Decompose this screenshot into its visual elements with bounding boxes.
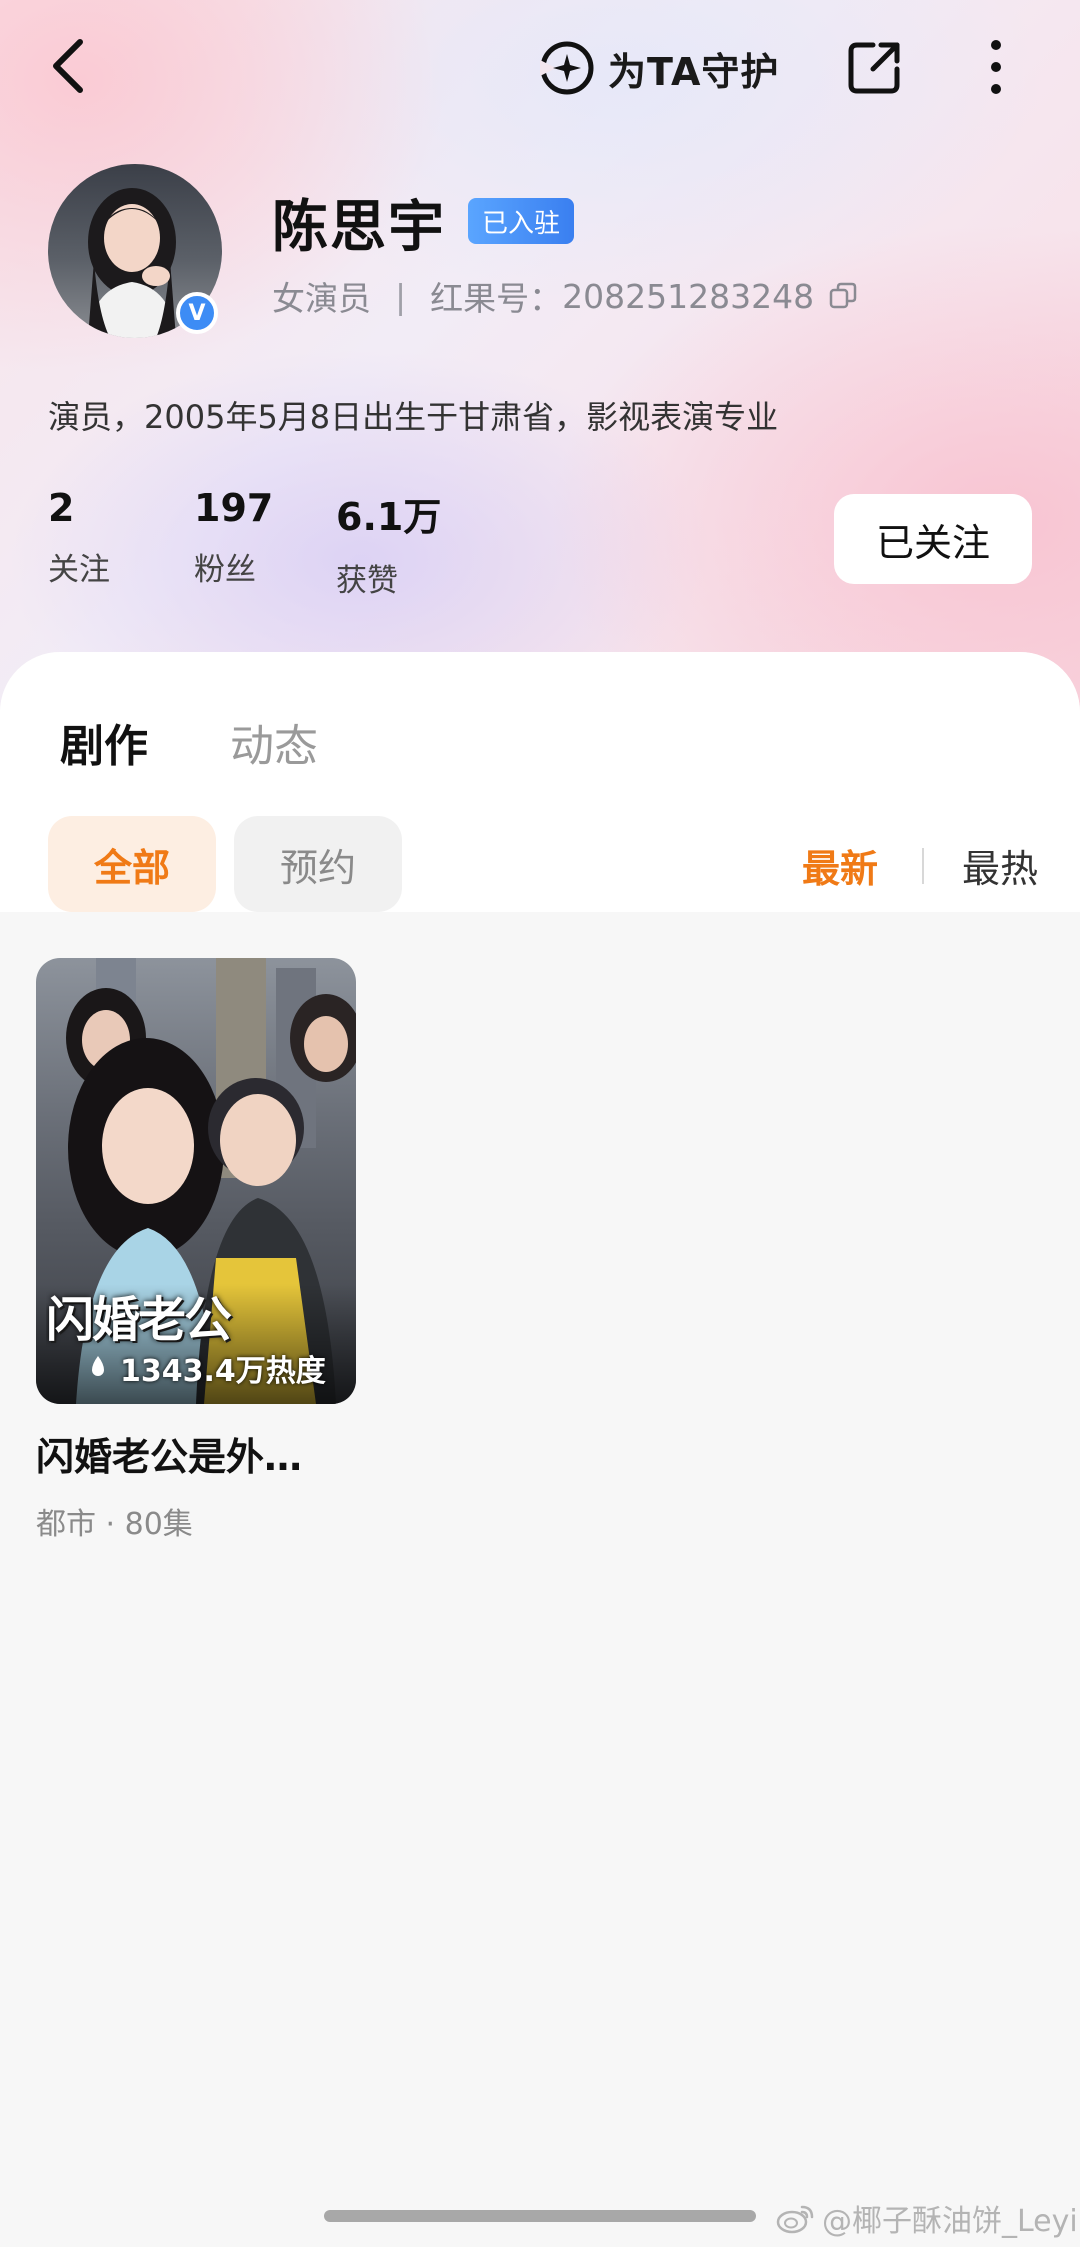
profile-header-background [0, 0, 1080, 760]
stat-likes: 6.1万 获赞 [336, 486, 441, 600]
sort-hot[interactable]: 最热 [962, 838, 1038, 893]
heat-badge: 1343.4万热度 [86, 1346, 326, 1390]
watermark-text: @椰子酥油饼_Leyi [822, 2204, 1078, 2239]
filter-reserve-chip[interactable]: 预约 [234, 816, 402, 912]
flame-icon [92, 1356, 104, 1376]
status-tag: 已入驻 [468, 198, 575, 244]
verified-badge: V [176, 292, 218, 334]
stat-label: 关注 [48, 552, 110, 588]
share-button[interactable] [842, 34, 908, 100]
stat-value: 197 [194, 486, 274, 530]
copy-id-button[interactable] [828, 281, 858, 311]
content-panel-header: 剧作 动态 全部 预约 最新 最热 [0, 652, 1080, 912]
sort-divider [922, 848, 924, 884]
profile-name: 陈思宇 [272, 195, 446, 260]
profile-meta: 女演员 | 红果号： 208251283248 [272, 272, 858, 320]
home-indicator[interactable] [324, 2210, 756, 2222]
chevron-left-icon [53, 39, 83, 93]
follow-button[interactable]: 已关注 [834, 494, 1032, 584]
drama-card[interactable]: 闪婚老公 1343.4万热度 闪婚老公是外… 都市 · 80集 [36, 958, 356, 1543]
stat-label: 粉丝 [194, 552, 256, 588]
watermark: @椰子酥油饼_Leyi [776, 2196, 1078, 2240]
filter-all-chip[interactable]: 全部 [48, 816, 216, 912]
more-options-button[interactable] [966, 34, 1026, 100]
profile-id-value: 208251283248 [562, 276, 815, 316]
drama-poster[interactable]: 闪婚老公 1343.4万热度 [36, 958, 356, 1404]
guard-button[interactable]: 为TA守护 [536, 36, 779, 100]
heat-value: 1343.4万热度 [120, 1354, 326, 1389]
back-button[interactable] [36, 30, 100, 102]
tab-moments[interactable]: 动态 [230, 710, 318, 774]
stat-following[interactable]: 2 关注 [48, 486, 110, 589]
drama-title[interactable]: 闪婚老公是外… [36, 1426, 356, 1481]
stat-fans[interactable]: 197 粉丝 [194, 486, 273, 589]
stat-value: 6.1万 [336, 495, 442, 539]
profile-role: 女演员 [272, 279, 371, 318]
meta-divider: | [395, 276, 407, 316]
profile-bio: 演员，2005年5月8日出生于甘肃省，影视表演专业 [48, 398, 779, 436]
stat-value: 2 [48, 486, 75, 530]
drama-meta: 都市 · 80集 [36, 1507, 193, 1542]
poster-title-art: 闪婚老公 [46, 1292, 232, 1348]
tab-works[interactable]: 剧作 [60, 710, 148, 774]
copy-icon [829, 282, 857, 309]
weibo-icon [776, 2205, 814, 2234]
stat-label: 获赞 [336, 563, 398, 599]
profile-id-label: 红果号： [430, 279, 563, 318]
sort-latest[interactable]: 最新 [802, 838, 878, 893]
share-icon [848, 42, 900, 94]
guard-icon [540, 41, 594, 95]
guard-label: 为TA守护 [608, 49, 780, 94]
more-vertical-icon [991, 40, 1001, 94]
